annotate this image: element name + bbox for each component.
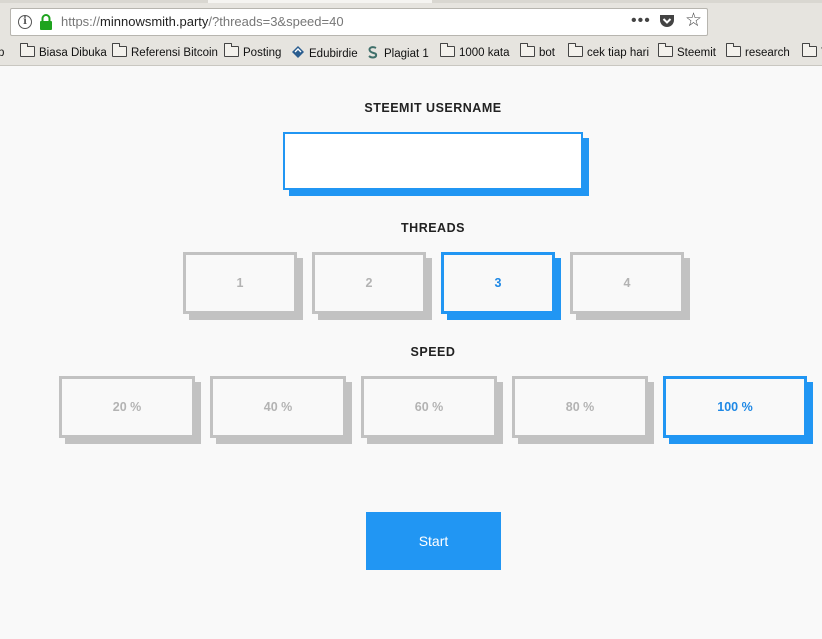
folder-icon (440, 43, 455, 57)
lock-icon[interactable] (39, 14, 53, 30)
page-actions-more-icon[interactable]: ••• (631, 12, 651, 30)
bookmark-item[interactable]: cek tiap hari (568, 43, 650, 61)
threads-option-4[interactable]: 4 (570, 252, 684, 314)
plagiat-icon (368, 46, 378, 59)
bookmark-item[interactable]: research (726, 43, 790, 61)
bookmark-label: bot (539, 47, 555, 59)
bookmark-item[interactable]: Biasa Dibuka (20, 43, 107, 61)
folder-icon (658, 43, 673, 57)
speed-heading: SPEED (410, 345, 456, 359)
bookmark-label: Referensi Bitcoin (131, 47, 218, 59)
bookmark-item[interactable]: 1000 kata (440, 43, 510, 61)
folder-icon (568, 43, 583, 57)
threads-option-3[interactable]: 3 (441, 252, 555, 314)
bookmarks-bar: p Biasa Dibuka Referensi Bitcoin Posting… (0, 42, 822, 64)
folder-icon (20, 43, 35, 57)
bookmark-item[interactable]: bot (520, 43, 555, 61)
bookmark-label: Biasa Dibuka (39, 47, 107, 59)
tab-strip (0, 0, 822, 3)
bookmark-item[interactable]: Referensi Bitcoin (112, 43, 218, 61)
folder-icon (726, 43, 741, 57)
bookmark-label: Posting (243, 47, 282, 59)
start-button[interactable]: Start (366, 512, 501, 570)
threads-option-1[interactable]: 1 (183, 252, 297, 314)
active-tab[interactable] (208, 0, 432, 3)
browser-toolbar: i https://minnowsmith.party/?threads=3&s… (0, 0, 822, 66)
speed-option-20[interactable]: 20 % (59, 376, 195, 438)
url-prefix: https:// (61, 14, 101, 29)
address-bar[interactable]: i https://minnowsmith.party/?threads=3&s… (10, 8, 708, 36)
bookmark-label: 1000 kata (459, 47, 510, 59)
speed-option-60[interactable]: 60 % (361, 376, 497, 438)
folder-icon (802, 43, 817, 57)
threads-heading: THREADS (401, 221, 465, 235)
url-host: minnowsmith.party (100, 14, 209, 29)
url-text[interactable]: https://minnowsmith.party/?threads=3&spe… (61, 14, 344, 29)
bookmark-item[interactable]: Edubirdie (291, 45, 358, 61)
bookmark-item[interactable]: T (802, 43, 822, 61)
bookmark-item[interactable]: Posting (224, 43, 282, 61)
threads-option-2[interactable]: 2 (312, 252, 426, 314)
bookmark-item[interactable]: Steemit (658, 43, 716, 61)
info-icon[interactable]: i (18, 15, 32, 29)
bookmark-item[interactable]: Plagiat 1 (366, 45, 429, 61)
folder-icon (112, 43, 127, 57)
username-input[interactable] (283, 132, 583, 190)
bookmark-label: Steemit (677, 47, 716, 59)
bookmark-label: cek tiap hari (587, 47, 650, 59)
pocket-icon[interactable] (659, 14, 675, 29)
edubirdie-icon (292, 46, 304, 58)
speed-option-100[interactable]: 100 % (663, 376, 807, 438)
bookmark-star-icon[interactable]: ☆ (685, 10, 702, 32)
bookmark-item[interactable]: p (0, 45, 4, 61)
folder-icon (224, 43, 239, 57)
speed-option-40[interactable]: 40 % (210, 376, 346, 438)
bookmark-label: p (0, 47, 5, 59)
speed-option-80[interactable]: 80 % (512, 376, 648, 438)
folder-icon (520, 43, 535, 57)
bookmark-label: Plagiat 1 (384, 48, 429, 60)
bookmark-label: Edubirdie (309, 48, 358, 60)
bookmark-label: research (745, 47, 790, 59)
username-heading: STEEMIT USERNAME (364, 101, 502, 115)
url-path: /?threads=3&speed=40 (208, 14, 344, 29)
